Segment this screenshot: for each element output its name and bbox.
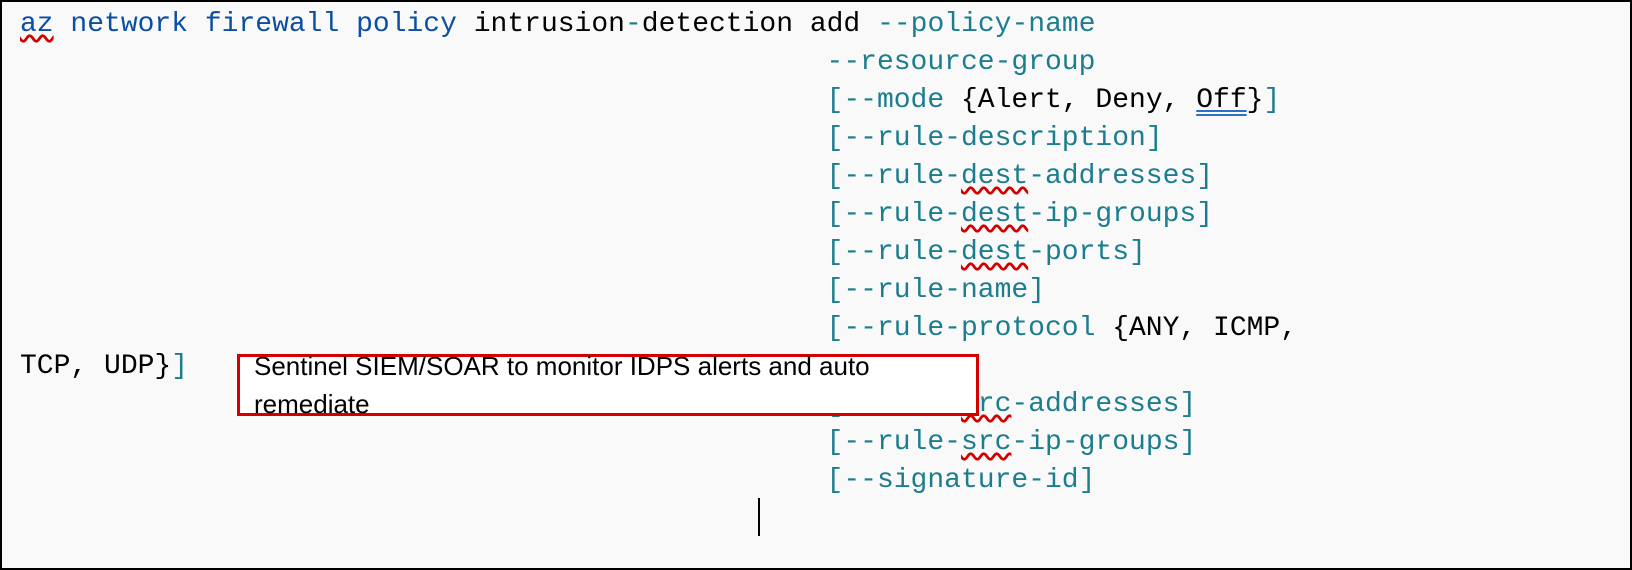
arg-rule-name: rule-name [877, 275, 1028, 306]
arg-mode-dashes: -- [843, 85, 877, 116]
cmd-network: network [70, 9, 188, 40]
arg-mode-brace-close: } [1247, 85, 1264, 116]
arg-rule-desc: rule-description [877, 123, 1146, 154]
arg-rule-proto-vals1: ANY, ICMP, [1129, 313, 1297, 344]
cmd-detection: detection [642, 9, 793, 40]
arg-rule-da-lb: [ [827, 161, 844, 192]
arg-rule-desc-dashes: -- [843, 123, 877, 154]
arg-rule-dig-p1: rule- [877, 199, 961, 230]
arg-rule-sig-dashes: -- [843, 427, 877, 458]
cmd-az: az [20, 9, 54, 40]
arg-rule-proto-dashes: -- [843, 313, 877, 344]
annotation-text: Sentinel SIEM/SOAR to monitor IDPS alert… [254, 347, 962, 423]
cmd-dash: - [625, 9, 642, 40]
arg-rule-proto-vals2: TCP, UDP} [20, 351, 171, 382]
arg-rule-name-rb: ] [1028, 275, 1045, 306]
arg-rule-proto-rb: ] [171, 351, 188, 382]
arg-rule-dp-lb: [ [827, 237, 844, 268]
arg-rule-sig-ip: ip [1028, 427, 1062, 458]
cmd-firewall: firewall [205, 9, 339, 40]
arg-mode-off: Off [1196, 85, 1246, 116]
arg-resource-group: resource-group [860, 47, 1095, 78]
arg-rule-da-dashes: -- [843, 161, 877, 192]
arg-rule-proto-lb: [ [827, 313, 844, 344]
arg-sigid-rb: ] [1079, 465, 1096, 496]
arg-rule-sig-rb: ] [1179, 427, 1196, 458]
arg-rule-dig-ip: ip [1045, 199, 1079, 230]
arg-rule-dig-lb: [ [827, 199, 844, 230]
annotation-callout: Sentinel SIEM/SOAR to monitor IDPS alert… [237, 354, 979, 416]
arg-rule-name-dashes: -- [843, 275, 877, 306]
arg-rule-da-dest: dest [961, 161, 1028, 192]
arg-rule-dig-rb: ] [1196, 199, 1213, 230]
arg-rule-sig-src: src [961, 427, 1011, 458]
arg-rule-dig-p3: -groups [1079, 199, 1197, 230]
arg-rule-dp-p1: rule- [877, 237, 961, 268]
arg-rule-dp-rb: ] [1129, 237, 1146, 268]
arg-policy-name-dashes: -- [877, 9, 911, 40]
arg-rule-dp-dest: dest [961, 237, 1028, 268]
arg-rule-da-p2: -addresses [1028, 161, 1196, 192]
arg-rule-sig-p1: rule- [877, 427, 961, 458]
arg-rule-dig-dest: dest [961, 199, 1028, 230]
arg-sigid: signature-id [877, 465, 1079, 496]
arg-sigid-lb: [ [827, 465, 844, 496]
arg-rule-proto: rule-protocol [877, 313, 1095, 344]
arg-mode-lb: [ [827, 85, 844, 116]
arg-rule-name-lb: [ [827, 275, 844, 306]
cmd-policy: policy [356, 9, 457, 40]
arg-rule-sig-lb: [ [827, 427, 844, 458]
command-syntax-block: az network firewall policy intrusion-det… [20, 6, 1624, 500]
arg-rule-sa-p2: -addresses [1011, 389, 1179, 420]
arg-rule-sa-rb: ] [1179, 389, 1196, 420]
cmd-add: add [810, 9, 860, 40]
arg-rule-dig-p2: - [1028, 199, 1045, 230]
arg-rule-sig-p3: -groups [1062, 427, 1180, 458]
text-cursor [758, 498, 760, 536]
arg-rule-dig-dashes: -- [843, 199, 877, 230]
arg-mode-alert: Alert, [978, 85, 1096, 116]
arg-rule-da-p1: rule- [877, 161, 961, 192]
arg-rule-dp-dashes: -- [843, 237, 877, 268]
arg-rule-proto-brace-open: { [1095, 313, 1129, 344]
arg-rule-desc-rb: ] [1146, 123, 1163, 154]
arg-mode-brace-open: { [944, 85, 978, 116]
arg-rule-da-rb: ] [1196, 161, 1213, 192]
arg-mode-rb: ] [1263, 85, 1280, 116]
cmd-intrusion: intrusion [474, 9, 625, 40]
arg-resource-group-dashes: -- [827, 47, 861, 78]
arg-mode-deny: Deny, [1095, 85, 1196, 116]
arg-rule-desc-lb: [ [827, 123, 844, 154]
arg-policy-name: policy-name [911, 9, 1096, 40]
code-frame: az network firewall policy intrusion-det… [0, 0, 1632, 570]
arg-sigid-dashes: -- [843, 465, 877, 496]
arg-rule-sig-p2: - [1011, 427, 1028, 458]
arg-rule-dp-p2: -ports [1028, 237, 1129, 268]
arg-mode: mode [877, 85, 944, 116]
